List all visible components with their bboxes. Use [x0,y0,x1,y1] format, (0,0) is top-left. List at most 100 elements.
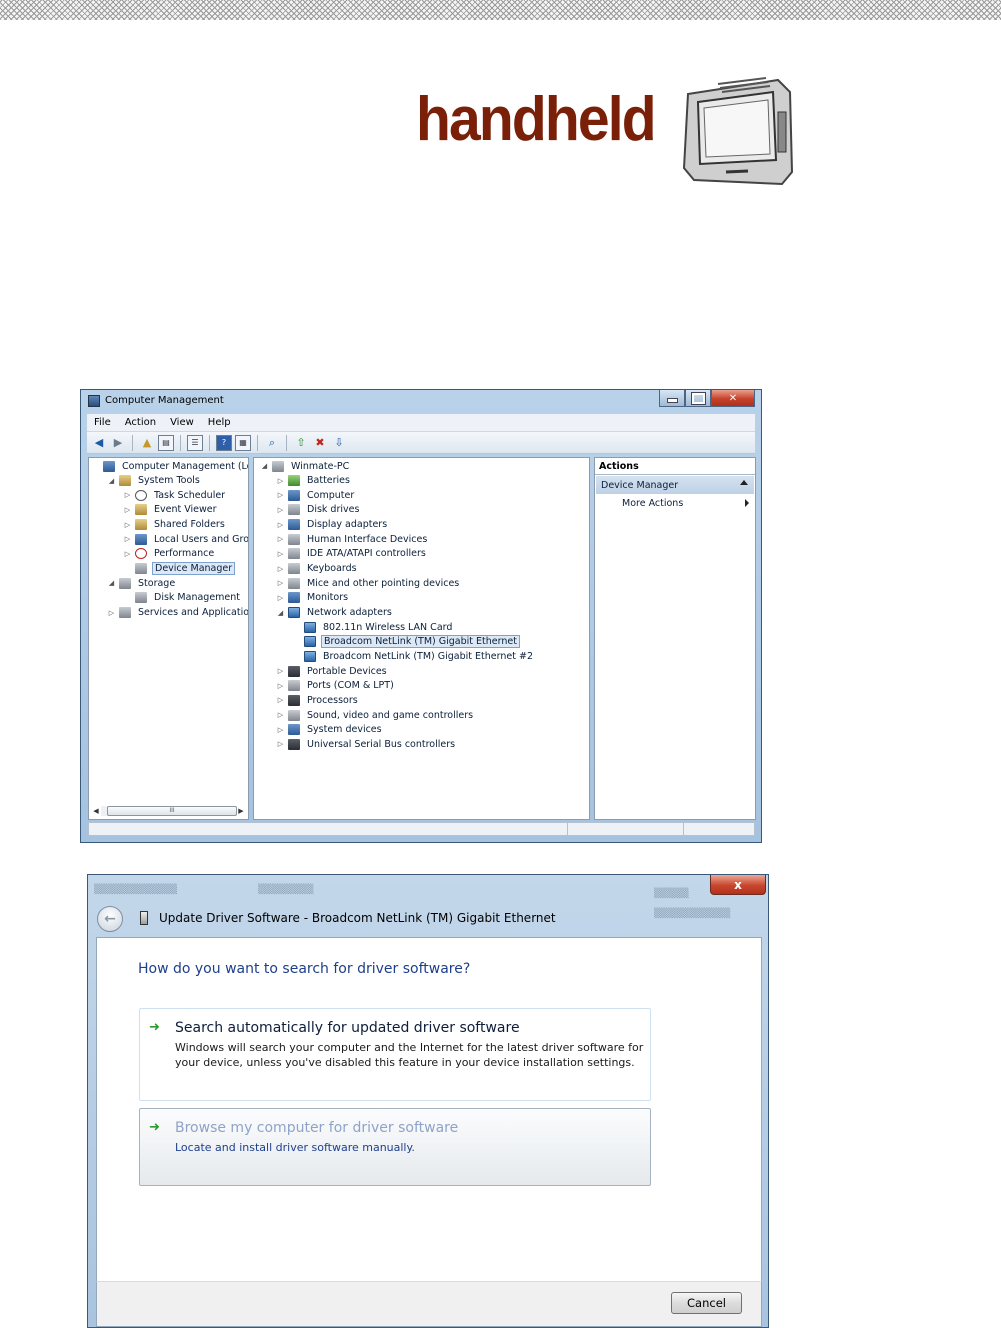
tree-item[interactable]: Device Manager [123,562,236,576]
expand-arrow-icon[interactable]: ▷ [276,521,285,529]
tree-item[interactable]: ▷ Processors [276,693,360,707]
minimize-button[interactable] [659,390,685,407]
tree-item[interactable]: ◢ Storage [107,576,177,590]
device-manager-icon [135,563,147,575]
update-driver-icon[interactable]: ⇧ [293,435,309,451]
menu-help[interactable]: Help [201,417,238,428]
tree-item[interactable]: ▷ Monitors [276,591,350,605]
tree-item-label: Batteries [307,475,350,487]
expand-arrow-icon[interactable]: ▷ [123,491,132,499]
tree-item[interactable]: ▷ Universal Serial Bus controllers [276,737,457,751]
tree-item[interactable]: ▷ Sound, video and game controllers [276,708,475,722]
tree-item-label: System Tools [138,475,200,487]
tree-item[interactable]: ▷ Portable Devices [276,664,389,678]
tree-item[interactable]: Broadcom NetLink (TM) Gigabit Ethernet #… [292,649,535,663]
help-icon[interactable]: ? [216,434,232,451]
scroll-left-icon[interactable]: ◀ [91,807,101,815]
expand-arrow-icon[interactable]: ▷ [123,521,132,529]
expand-arrow-icon[interactable]: ▷ [107,609,116,617]
collapse-arrow-icon[interactable]: ◢ [107,579,116,587]
expand-arrow-icon[interactable]: ▷ [123,550,132,558]
tree-item[interactable]: ▷ IDE ATA/ATAPI controllers [276,547,428,561]
scroll-right-icon[interactable]: ▶ [236,807,246,815]
tree-item[interactable]: ◢ System Tools [107,474,202,488]
forward-arrow-icon[interactable]: ▶ [110,435,126,451]
collapse-up-icon[interactable] [740,480,748,485]
tree-item[interactable]: ▷ Local Users and Groups [123,532,248,546]
menu-file[interactable]: File [87,417,118,428]
tree-item-label: Storage [138,577,176,589]
tree-item[interactable]: ▷ Task Scheduler [123,488,227,502]
option-description: Windows will search your computer and th… [175,1041,644,1069]
back-arrow-icon[interactable]: ◀ [91,435,107,451]
tree-item[interactable]: ▷ Batteries [276,474,352,488]
horizontal-scrollbar[interactable]: ◀ III ▶ [91,805,246,817]
tree-item[interactable]: ◢ Winmate-PC [260,459,351,473]
maximize-button[interactable] [685,390,711,407]
actions-section-device-manager[interactable]: Device Manager [596,476,754,494]
tree-item[interactable]: ▷ Shared Folders [123,518,227,532]
properties-icon[interactable]: ☰ [187,434,203,451]
expand-arrow-icon[interactable]: ▷ [123,535,132,543]
more-actions-link[interactable]: More Actions [622,498,683,509]
expand-arrow-icon[interactable]: ▷ [276,565,285,573]
expand-arrow-icon[interactable]: ▷ [276,740,285,748]
expand-arrow-icon[interactable]: ▷ [276,506,285,514]
tree-item[interactable]: ▷ Event Viewer [123,503,219,517]
menu-view[interactable]: View [163,417,201,428]
close-button[interactable]: ✕ [711,390,755,407]
tree-item[interactable]: 802.11n Wireless LAN Card [292,620,454,634]
tree-item-label: Mice and other pointing devices [307,577,460,589]
tree-item[interactable]: ▷ Mice and other pointing devices [276,576,461,590]
show-hide-tree-icon[interactable]: ▤ [158,434,174,451]
hid-icon [288,533,300,545]
expand-arrow-icon[interactable]: ▷ [276,477,285,485]
show-action-pane-icon[interactable]: ▦ [235,434,251,451]
collapse-arrow-icon[interactable]: ◢ [276,609,285,617]
scroll-track[interactable]: III [101,806,237,816]
expand-arrow-icon[interactable]: ▷ [276,594,285,602]
expand-arrow-icon[interactable]: ▷ [276,682,285,690]
tree-item[interactable]: Computer Management (Local [91,459,248,473]
tree-item[interactable]: ▷ Human Interface Devices [276,532,429,546]
up-folder-icon[interactable]: ▲ [139,435,155,451]
expand-arrow-icon[interactable]: ▷ [276,667,285,675]
dialog-close-button[interactable]: x [710,875,766,895]
browse-computer-option[interactable]: ➜ Browse my computer for driver software… [139,1108,651,1186]
expand-arrow-icon[interactable]: ▷ [276,579,285,587]
expand-arrow-icon[interactable]: ▷ [276,535,285,543]
expand-arrow-icon[interactable]: ▷ [276,726,285,734]
collapse-arrow-icon[interactable]: ◢ [260,462,269,470]
tree-item[interactable]: ▷ Display adapters [276,518,389,532]
expand-arrow-icon[interactable]: ▷ [276,711,285,719]
tree-item[interactable]: Disk Management [123,591,242,605]
expand-arrow-icon[interactable]: ▷ [276,696,285,704]
enable-device-icon[interactable]: ⇩ [331,435,347,451]
tree-item-label: Keyboards [307,563,357,575]
expand-arrow-icon[interactable]: ▷ [276,550,285,558]
actions-header: Actions [595,458,755,475]
display-adapter-icon [288,519,300,531]
tree-item[interactable]: ◢ Network adapters [276,606,394,620]
tree-item[interactable]: ▷ Ports (COM & LPT) [276,679,396,693]
tree-item[interactable]: ▷ Performance [123,547,216,561]
tree-item-label: Monitors [307,592,349,604]
expand-arrow-icon[interactable]: ▷ [276,491,285,499]
back-button[interactable]: ← [97,906,123,932]
scan-hardware-icon[interactable]: ⌕ [264,435,280,451]
uninstall-icon[interactable]: ✖ [312,435,328,451]
collapse-arrow-icon[interactable]: ◢ [107,477,116,485]
scroll-thumb[interactable]: III [107,806,237,816]
tree-item[interactable]: ▷ Disk drives [276,503,361,517]
expand-arrow-icon[interactable]: ▷ [123,506,132,514]
tree-item[interactable]: ▷ Services and Applications [107,606,248,620]
tree-item[interactable]: ▷ Computer [276,488,356,502]
title-bar[interactable]: Computer Management ✕ [81,390,761,412]
search-automatically-option[interactable]: ➜ Search automatically for updated drive… [139,1008,651,1101]
cancel-button[interactable]: Cancel [671,1292,742,1314]
mouse-icon [288,577,300,589]
tree-item[interactable]: ▷ Keyboards [276,562,359,576]
tree-item[interactable]: ▷ System devices [276,723,384,737]
tree-item[interactable]: Broadcom NetLink (TM) Gigabit Ethernet [292,635,520,649]
menu-action[interactable]: Action [118,417,163,428]
